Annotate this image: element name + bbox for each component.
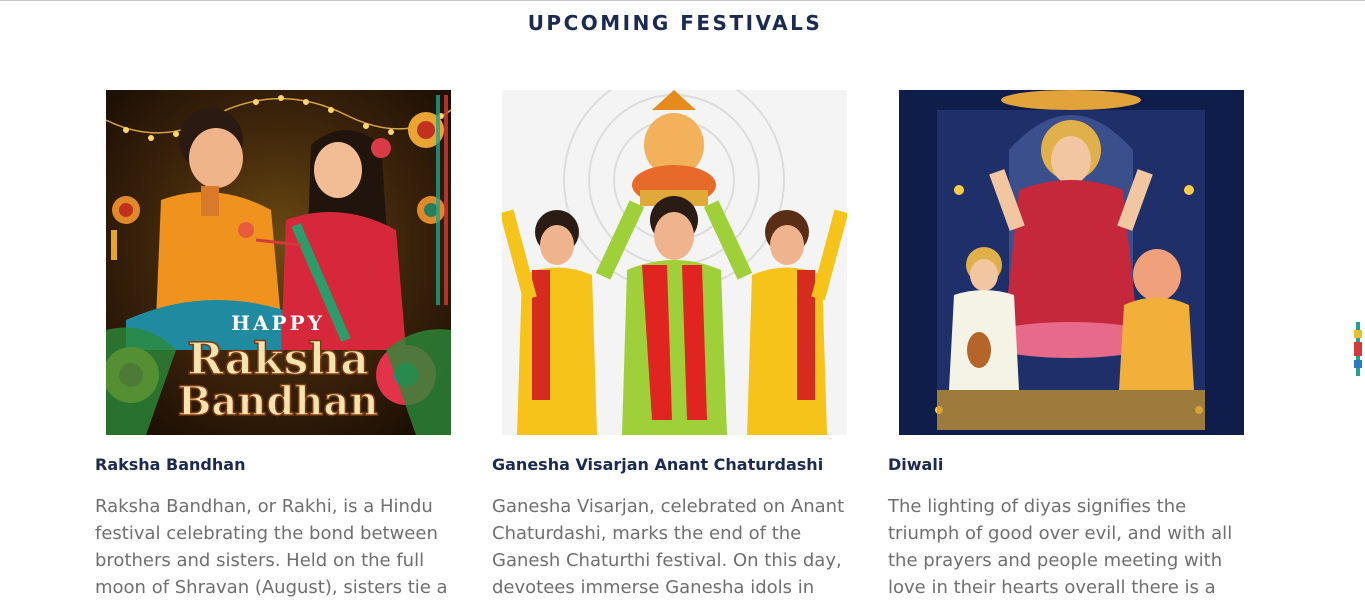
festival-card-diwali[interactable]: Diwali The lighting of diyas signifies t… — [888, 0, 1248, 598]
raksha-caption-bandhan: Bandhan — [178, 378, 379, 425]
festival-description: Raksha Bandhan, or Rakhi, is a Hindu fes… — [95, 496, 448, 598]
festival-title[interactable]: Diwali — [888, 455, 1248, 474]
raksha-caption-happy: HAPPY — [231, 311, 325, 335]
festival-title[interactable]: Ganesha Visarjan Anant Chaturdashi — [492, 455, 852, 474]
rakhi-decoration-icon[interactable] — [1352, 322, 1364, 376]
festival-card-raksha-bandhan[interactable]: HAPPY Raksha Bandhan Raksha Bandhan Raks… — [95, 0, 455, 598]
festival-description: Ganesha Visarjan, celebrated on Anant Ch… — [492, 496, 845, 598]
ganesha-visarjan-image[interactable] — [502, 90, 847, 435]
festival-card-ganesha-visarjan[interactable]: Ganesha Visarjan Anant Chaturdashi Ganes… — [492, 0, 852, 598]
raksha-bandhan-image[interactable]: HAPPY Raksha Bandhan — [106, 90, 451, 435]
festival-description: The lighting of diyas signifies the triu… — [888, 496, 1233, 598]
diwali-image[interactable] — [899, 90, 1244, 435]
festival-title[interactable]: Raksha Bandhan — [95, 455, 455, 474]
